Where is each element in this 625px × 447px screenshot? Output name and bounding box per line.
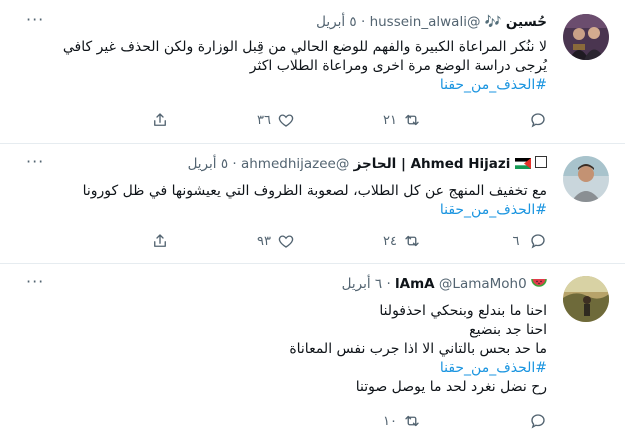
hashtag-link[interactable]: #الحذف_من_حقنا	[27, 76, 547, 95]
tweet-1[interactable]: ··· حُسين 🎶 @hussein_alwali · ٥ أبريل لا…	[0, 0, 625, 144]
separator-dot: ·	[232, 156, 237, 172]
tweet-text: مع تخفيف المنهج عن كل الطلاب، لصعوبة الظ…	[27, 182, 547, 220]
like-button[interactable]: ٣٦	[257, 111, 295, 129]
reply-button[interactable]	[509, 412, 547, 430]
more-icon[interactable]: ···	[26, 272, 44, 291]
tweet-2[interactable]: ··· Ahmed Hijazi | الحاجز @ahmedhijazee …	[0, 144, 625, 264]
retweet-icon	[405, 235, 419, 247]
tweet-text: لا ننُكر المراعاة الكبيرة والفهم للوضع ا…	[27, 38, 547, 95]
reply-button[interactable]	[509, 111, 547, 129]
tweet-date[interactable]: ٥ أبريل	[188, 156, 229, 172]
retweet-icon	[405, 114, 419, 126]
reply-icon	[531, 113, 545, 128]
retweet-count: ٢٤	[383, 233, 397, 249]
avatar-hussein[interactable]	[563, 14, 609, 60]
more-icon[interactable]: ···	[26, 152, 44, 171]
text-line: احنا ما بندلع وبنحكي احذفولنا	[379, 303, 547, 319]
retweet-count: ١٠	[383, 413, 397, 429]
text-line: احنا جد بنضيع	[469, 322, 547, 338]
action-bar: ٢١ ٣٦	[27, 111, 547, 131]
tweet-header: lAmA @LamaMoh0 · ٦ أبريل	[342, 276, 547, 292]
separator-dot: ·	[386, 276, 391, 292]
palestine-flag-icon	[514, 158, 531, 169]
like-count: ٣٦	[257, 112, 271, 128]
reply-count: ٦	[512, 233, 520, 249]
text-line: لا ننُكر المراعاة الكبيرة والفهم للوضع ا…	[62, 39, 547, 55]
share-icon	[154, 234, 166, 247]
display-name[interactable]: حُسين	[506, 14, 547, 30]
share-button[interactable]	[151, 111, 169, 129]
text-line: يُرجى دراسة الوضع مرة اخرى ومراعاة الطلا…	[249, 58, 547, 74]
like-icon	[278, 235, 294, 248]
display-name[interactable]: Ahmed Hijazi | الحاجز	[354, 156, 511, 172]
text-line: مع تخفيف المنهج عن كل الطلاب، لصعوبة الظ…	[82, 183, 547, 199]
retweet-button[interactable]: ٢١	[383, 111, 421, 129]
reply-icon	[531, 234, 545, 249]
tweet-feed: ··· حُسين 🎶 @hussein_alwali · ٥ أبريل لا…	[0, 0, 625, 447]
tweet-date[interactable]: ٦ أبريل	[342, 276, 383, 292]
tweet-date[interactable]: ٥ أبريل	[316, 14, 357, 30]
like-count: ٩٣	[257, 233, 271, 249]
text-line: ما حد بحس بالتاني الا اذا جرب نفس المعان…	[289, 341, 547, 357]
tweet-header: Ahmed Hijazi | الحاجز @ahmedhijazee · ٥ …	[188, 156, 547, 172]
box-icon	[535, 156, 547, 168]
retweet-button[interactable]: ٢٤	[383, 232, 421, 250]
retweet-count: ٢١	[383, 112, 397, 128]
like-icon	[278, 114, 294, 127]
avatar-lama[interactable]	[563, 276, 609, 322]
share-icon	[154, 113, 166, 126]
separator-dot: ·	[360, 14, 366, 30]
tweet-header: حُسين 🎶 @hussein_alwali · ٥ أبريل	[316, 14, 547, 30]
display-name[interactable]: lAmA	[395, 276, 435, 292]
retweet-button[interactable]: ١٠	[383, 412, 421, 430]
tweet-text: احنا ما بندلع وبنحكي احذفولنا احنا جد بن…	[27, 302, 547, 397]
hashtag-link[interactable]: #الحذف_من_حقنا	[27, 359, 547, 378]
action-bar: ١٠	[27, 412, 547, 432]
share-button[interactable]	[151, 232, 169, 250]
reply-icon	[531, 414, 545, 429]
text-line: رح نضل نغرد لحد ما يوصل صوتنا	[355, 379, 547, 395]
avatar-ahmed[interactable]	[563, 156, 609, 202]
action-bar: ٦ ٢٤ ٩٣	[27, 232, 547, 252]
music-notes-icon: 🎶	[484, 14, 502, 30]
handle[interactable]: @ahmedhijazee	[241, 156, 349, 172]
tweet-3[interactable]: ··· lAmA @LamaMoh0 · ٦ أبريل احنا ما بند…	[0, 264, 625, 447]
handle[interactable]: @hussein_alwali	[370, 14, 481, 30]
more-icon[interactable]: ···	[26, 10, 44, 29]
like-button[interactable]: ٩٣	[257, 232, 295, 250]
hashtag-link[interactable]: #الحذف_من_حقنا	[27, 201, 547, 220]
retweet-icon	[405, 415, 419, 427]
watermelon-icon	[531, 278, 547, 287]
reply-button[interactable]: ٦	[509, 232, 547, 250]
handle[interactable]: @LamaMoh0	[439, 276, 527, 292]
